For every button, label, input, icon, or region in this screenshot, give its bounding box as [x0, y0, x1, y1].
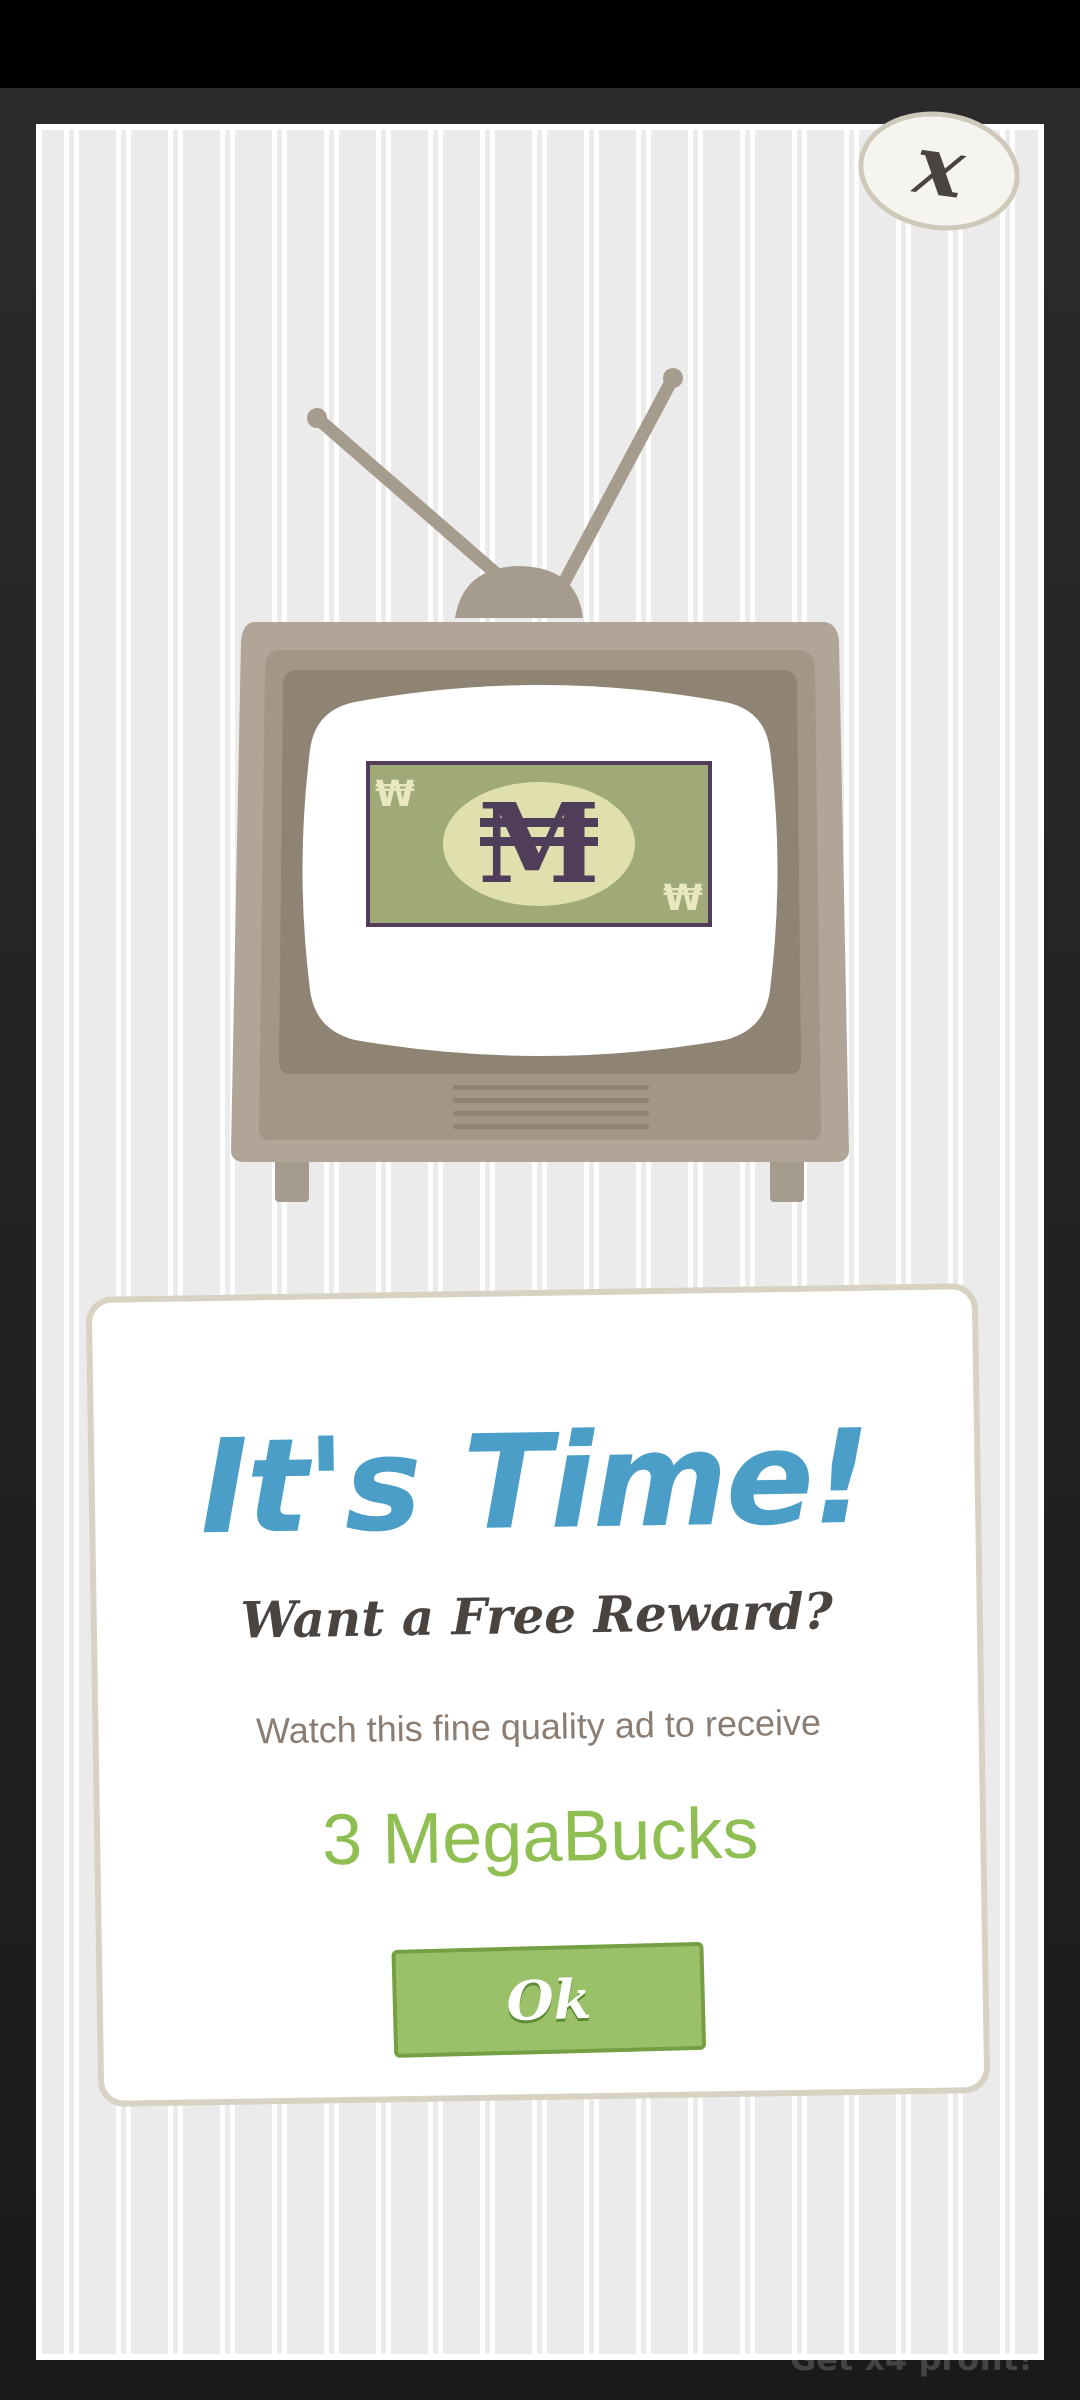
ok-button-label: Ok — [505, 1966, 592, 2033]
ok-button[interactable]: Ok — [391, 1941, 707, 2058]
status-bar — [0, 0, 1080, 88]
reward-card: It's Time! Want a Free Reward? Watch thi… — [85, 1283, 991, 2107]
svg-text:₩: ₩ — [375, 774, 415, 815]
tv-icon: M ₩ ₩ — [231, 368, 849, 1202]
reward-amount: 3 MegaBucks — [321, 1793, 759, 1881]
dialog-subtitle: Want a Free Reward? — [240, 1581, 834, 1650]
close-icon: x — [908, 116, 971, 218]
megabucks-banknote-icon: M ₩ ₩ — [366, 761, 712, 927]
dialog-title: It's Time! — [198, 1400, 871, 1564]
dialog-description: Watch this fine quality ad to receive — [255, 1701, 822, 1752]
svg-text:₩: ₩ — [663, 878, 703, 919]
